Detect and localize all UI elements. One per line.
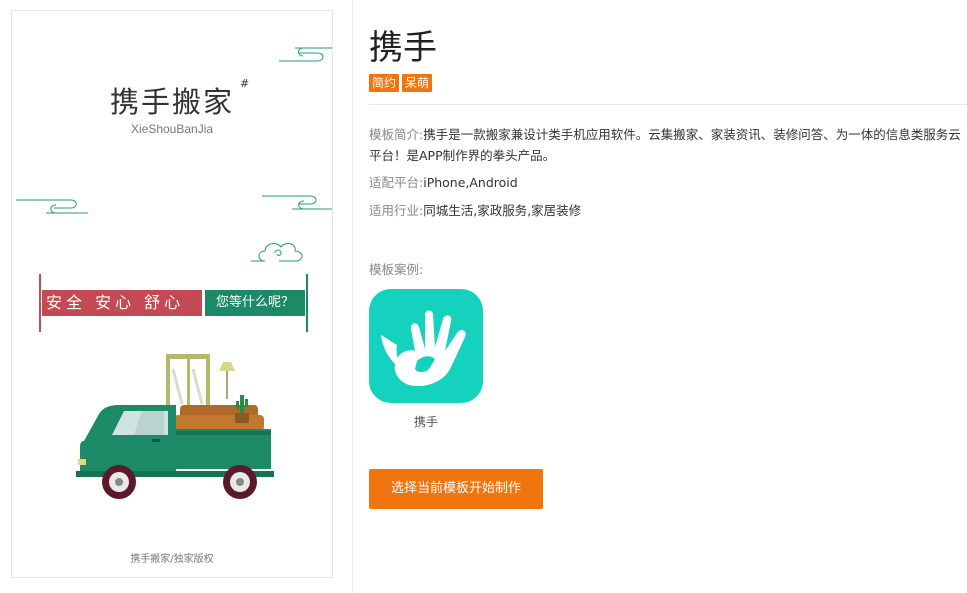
template-title: 携手 xyxy=(369,28,437,68)
template-tag: 呆萌 xyxy=(402,74,433,92)
template-preview: 携手搬家 # XieShouBanJia 安全 安心 舒心 您等什么呢？ 携手搬… xyxy=(11,10,333,578)
cases-label: 模板案例: xyxy=(369,262,424,277)
template-intro: 模板简介:携手是一款搬家兼设计类手机应用软件。云集搬家、家装资讯、装修问答、为一… xyxy=(369,124,965,166)
preview-copyright: 携手搬家/独家版权 xyxy=(130,554,214,565)
intro-text: 携手是一款搬家兼设计类手机应用软件。云集搬家、家装资讯、装修问答、为一体的信息类… xyxy=(369,127,961,163)
banner-pole xyxy=(306,274,308,332)
preview-brand-subtitle: XieShouBanJia xyxy=(130,122,214,136)
banner-slogan-green: 您等什么呢？ xyxy=(205,290,305,316)
template-tag: 简约 xyxy=(369,74,400,92)
case-app-name[interactable]: 携手 xyxy=(369,413,483,430)
wind-swirl-icon xyxy=(279,47,332,62)
industry-text: 同城生活,家政服务,家居装修 xyxy=(423,203,582,218)
banner-slogan-red: 安全 安心 舒心 xyxy=(42,290,202,316)
preview-brand-title: 携手搬家 xyxy=(109,85,234,119)
wind-swirl-icon xyxy=(262,195,332,210)
wind-swirl-icon xyxy=(16,199,88,214)
template-industry: 适用行业:同城生活,家政服务,家居装修 xyxy=(369,200,965,221)
hand-in-hand-icon xyxy=(381,310,466,387)
template-platform: 适配平台:iPhone,Android xyxy=(369,172,965,193)
section-divider xyxy=(369,104,967,105)
template-tags: 简约 呆萌 xyxy=(369,74,433,92)
slogan-banner: 安全 安心 舒心 您等什么呢？ xyxy=(39,274,309,334)
platform-label: 适配平台: xyxy=(369,175,424,190)
intro-label: 模板简介: xyxy=(369,127,424,142)
start-with-template-button[interactable]: 选择当前模板开始制作 xyxy=(369,469,543,509)
preview-brand-mark: # xyxy=(240,77,250,90)
platform-text: iPhone,Android xyxy=(423,175,518,190)
moving-truck-illustration xyxy=(76,354,274,499)
cloud-icon xyxy=(251,243,303,262)
panel-divider xyxy=(352,0,353,593)
banner-pole xyxy=(39,274,41,332)
industry-label: 适用行业: xyxy=(369,203,424,218)
case-app-icon[interactable] xyxy=(369,289,483,403)
